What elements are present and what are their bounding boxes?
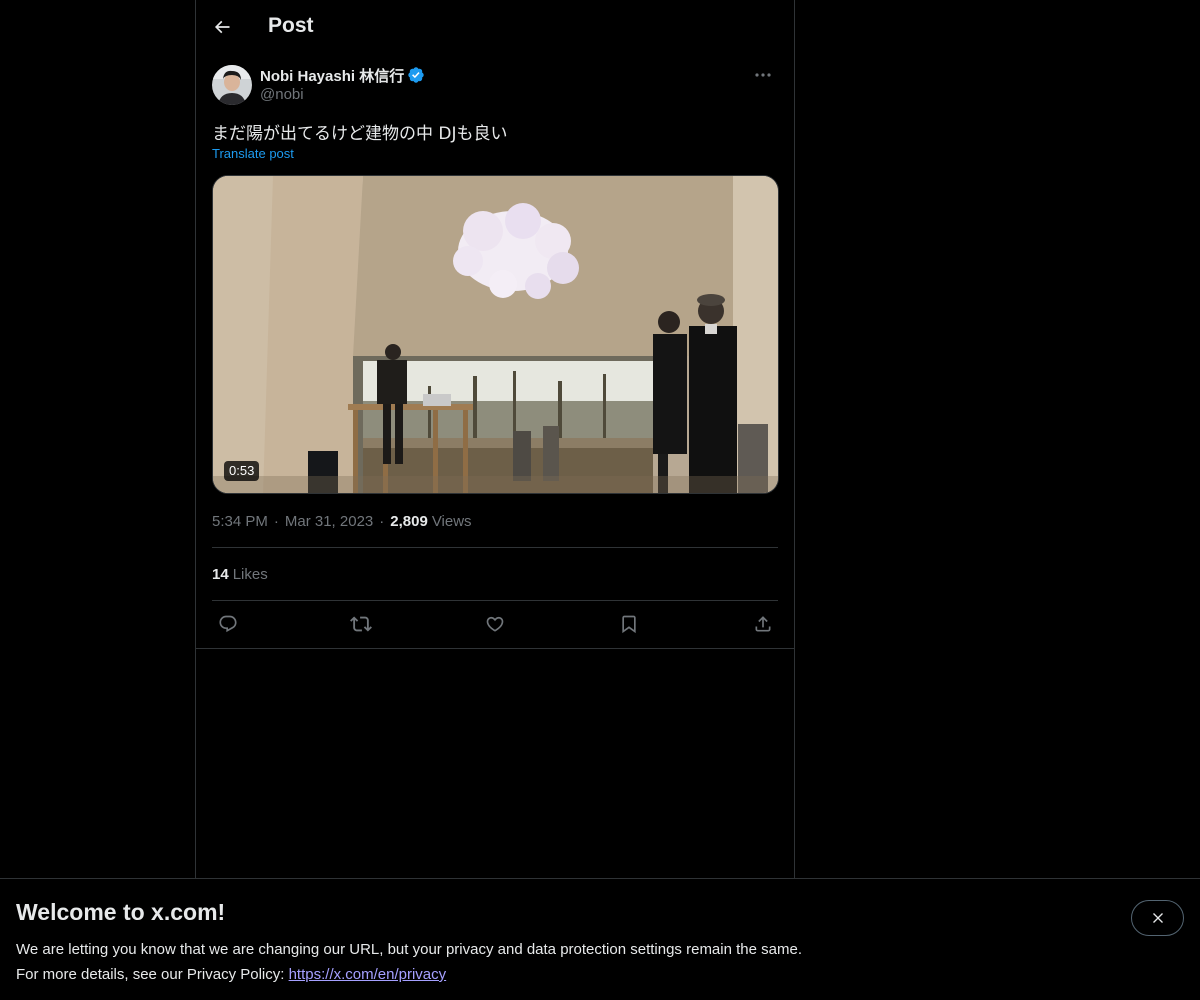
video-duration-badge: 0:53 — [224, 461, 260, 481]
main-column: Post Nobi Hayashi 林信行 @nobi まだ陽が出てるけど建物の… — [195, 0, 795, 878]
avatar[interactable] — [212, 65, 252, 105]
reply-icon — [219, 615, 237, 633]
share-icon — [755, 616, 771, 632]
page-title: Post — [268, 14, 314, 37]
privacy-policy-link[interactable]: https://x.com/en/privacy — [289, 966, 447, 983]
divider — [212, 600, 778, 601]
verified-badge-icon — [408, 67, 424, 83]
welcome-banner: Welcome to x.com! We are letting you kno… — [0, 878, 1200, 1000]
likes-count: 14 — [212, 565, 229, 583]
bookmark-icon — [622, 615, 636, 634]
post-time[interactable]: 5:34 PM — [212, 513, 268, 530]
post-actions — [212, 608, 778, 640]
arrow-left-icon — [214, 20, 230, 34]
author-name[interactable]: Nobi Hayashi 林信行 — [260, 65, 404, 86]
post-video[interactable]: 0:53 — [212, 175, 779, 494]
like-icon — [486, 616, 504, 632]
back-button[interactable] — [204, 9, 240, 45]
meta-separator: · — [273, 512, 279, 530]
like-button[interactable] — [479, 608, 511, 640]
banner-line-1: We are letting you know that we are chan… — [16, 941, 802, 958]
reply-button[interactable] — [212, 608, 244, 640]
more-button[interactable] — [746, 64, 780, 86]
views-label: Views — [431, 512, 472, 530]
banner-close-button[interactable] — [1131, 900, 1184, 936]
meta-separator: · — [379, 512, 385, 530]
video-thumbnail — [213, 176, 778, 493]
likes-link[interactable]: 14 Likes — [212, 564, 268, 584]
repost-icon — [350, 616, 372, 632]
post-meta: 5:34 PM · Mar 31, 2023 · 2,809 Views — [212, 511, 472, 531]
banner-line-2-prefix: For more details, see our Privacy Policy… — [16, 966, 289, 983]
close-icon — [1152, 913, 1163, 923]
page-header: Post — [196, 0, 794, 54]
author-name-row: Nobi Hayashi 林信行 — [260, 65, 425, 85]
more-icon — [755, 73, 771, 77]
banner-text: We are letting you know that we are chan… — [16, 937, 802, 987]
divider — [212, 547, 778, 548]
likes-label: Likes — [232, 565, 268, 583]
divider — [196, 648, 794, 649]
repost-button[interactable] — [345, 608, 377, 640]
banner-line-2: For more details, see our Privacy Policy… — [16, 962, 802, 987]
banner-title: Welcome to x.com! — [16, 899, 226, 925]
views-count: 2,809 — [390, 512, 428, 530]
author-handle[interactable]: @nobi — [260, 86, 304, 103]
share-button[interactable] — [747, 608, 779, 640]
bookmark-button[interactable] — [613, 608, 645, 640]
translate-post-link[interactable]: Translate post — [212, 146, 294, 161]
post-text: まだ陽が出てるけど建物の中 DJも良い — [212, 124, 508, 144]
post-date[interactable]: Mar 31, 2023 — [285, 513, 373, 530]
post-author: Nobi Hayashi 林信行 @nobi — [212, 64, 780, 108]
